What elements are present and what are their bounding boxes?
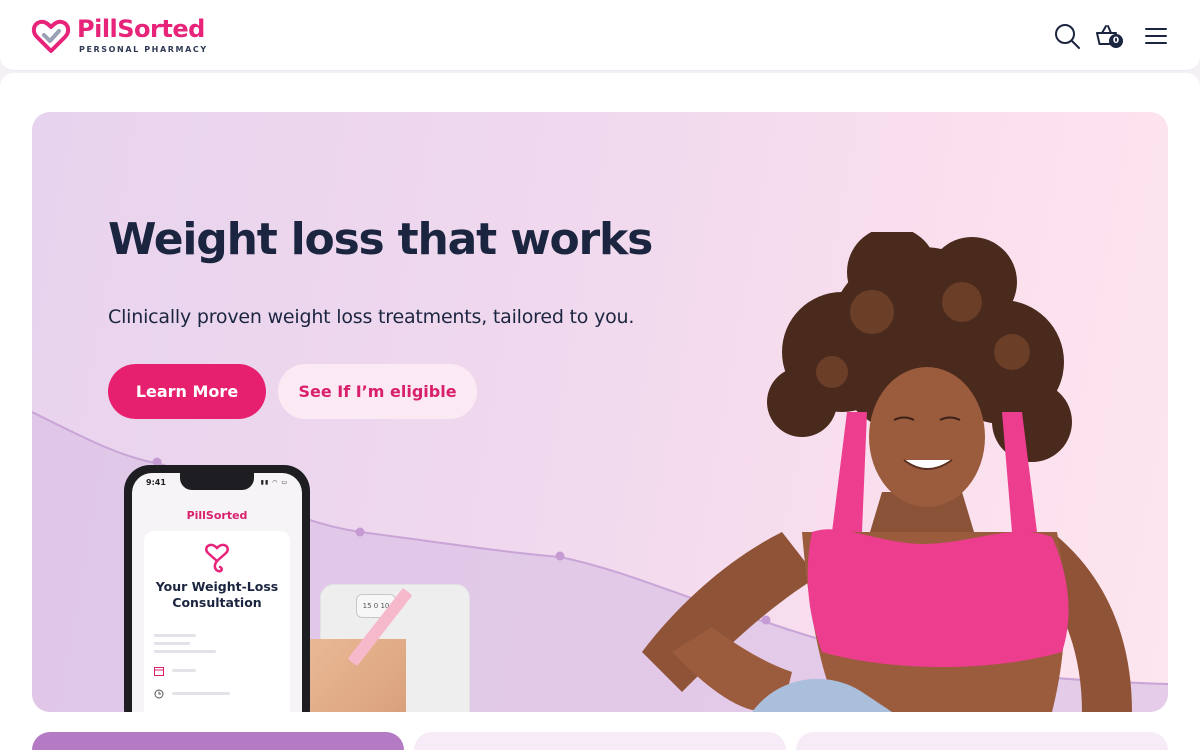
menu-icon[interactable] — [1143, 22, 1171, 50]
phone-time: 9:41 — [146, 478, 166, 487]
text-placeholder — [172, 692, 230, 695]
consultation-card: Your Weight-Loss Consultation — [144, 531, 290, 712]
pillsorted-logo[interactable]: PillSorted PERSONAL PHARMACY — [31, 16, 208, 56]
clock-icon — [154, 689, 164, 699]
logo-tagline: PERSONAL PHARMACY — [79, 45, 208, 54]
phone-status-icons: ▮▮ ◠ ▭ — [260, 479, 288, 486]
cart-count-badge: 0 — [1109, 34, 1123, 48]
search-icon[interactable] — [1053, 22, 1081, 50]
category-card-3[interactable] — [796, 732, 1168, 750]
category-card-2[interactable] — [414, 732, 786, 750]
site-header: PillSorted PERSONAL PHARMACY 0 — [0, 0, 1200, 71]
text-placeholder — [172, 669, 196, 672]
woman-photo — [642, 232, 1132, 712]
heart-check-logo-icon — [31, 19, 71, 53]
text-placeholder — [154, 634, 196, 637]
text-placeholder — [154, 642, 190, 645]
phone-screen: 9:41 ▮▮ ◠ ▭ PillSorted Your Weight-Loss … — [132, 473, 302, 712]
hero-title: Weight loss that works — [108, 214, 653, 265]
heart-logo-icon — [205, 543, 229, 573]
text-placeholder — [154, 650, 216, 653]
phone-notch — [180, 473, 254, 490]
hero-banner: Weight loss that works Clinically proven… — [32, 112, 1168, 712]
consultation-title-line2: Consultation — [172, 595, 262, 610]
logo-name: PillSorted — [77, 15, 205, 43]
check-eligibility-button[interactable]: See If I’m eligible — [278, 364, 477, 419]
phone-mockup: 9:41 ▮▮ ◠ ▭ PillSorted Your Weight-Loss … — [124, 465, 310, 712]
learn-more-button[interactable]: Learn More — [108, 364, 266, 419]
hero-subtitle: Clinically proven weight loss treatments… — [108, 306, 635, 328]
calendar-icon — [154, 667, 164, 676]
consultation-title: Your Weight-Loss Consultation — [144, 579, 290, 611]
category-card-1[interactable] — [32, 732, 404, 750]
consultation-title-line1: Your Weight-Loss — [155, 579, 279, 594]
phone-brand: PillSorted — [186, 509, 248, 522]
